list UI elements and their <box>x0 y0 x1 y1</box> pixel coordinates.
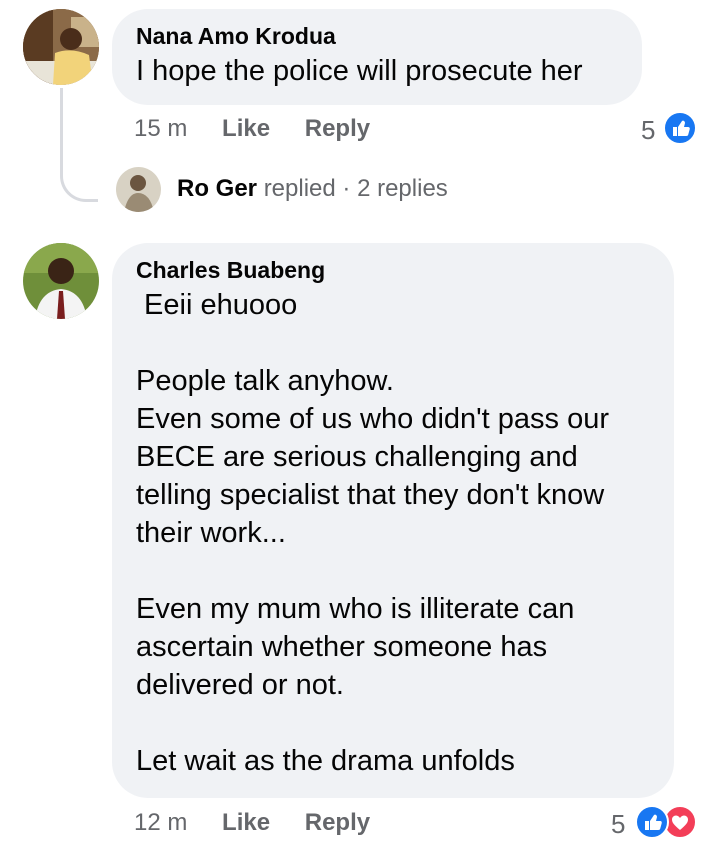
text-line: Eeii ehuooo <box>136 289 298 321</box>
thread-connector <box>60 88 98 202</box>
comment-author[interactable]: Nana Amo Krodua <box>136 23 618 50</box>
text-line: People talk anyhow. <box>136 365 394 397</box>
comment-text: I hope the police will prosecute her <box>136 55 583 87</box>
like-button[interactable]: Like <box>222 115 270 142</box>
comment-timestamp[interactable]: 12 m <box>134 809 187 836</box>
like-icon[interactable] <box>635 805 669 839</box>
text-line: BECE are serious challenging and <box>136 441 578 473</box>
comment-timestamp[interactable]: 15 m <box>134 115 187 142</box>
comment-actions: 15 m Like Reply <box>134 115 370 143</box>
text-line: ascertain whether someone has <box>136 631 548 663</box>
comment-actions: 12 m Like Reply <box>134 809 370 837</box>
reply-action: replied <box>263 175 336 202</box>
reply-count[interactable]: 2 replies <box>357 175 448 202</box>
text-line: delivered or not. <box>136 669 344 701</box>
reply-separator: · <box>342 175 351 202</box>
like-button[interactable]: Like <box>222 809 270 836</box>
comment-bubble: Nana Amo Krodua I hope the police will p… <box>112 9 642 105</box>
comment-bubble: Charles Buabeng Eeii ehuooo People talk … <box>112 243 674 798</box>
text-line: telling specialist that they don't know <box>136 479 605 511</box>
replies-preview[interactable]: Ro Ger replied · 2 replies <box>177 175 448 203</box>
reply-button[interactable]: Reply <box>305 809 370 836</box>
comment-text: Eeii ehuooo People talk anyhow. Even som… <box>136 286 650 780</box>
like-icon[interactable] <box>663 111 697 145</box>
reaction-count[interactable]: 5 <box>641 115 655 146</box>
reaction-count[interactable]: 5 <box>611 809 625 840</box>
text-line: Even some of us who didn't pass our <box>136 403 610 435</box>
text-line: Let wait as the drama unfolds <box>136 745 515 777</box>
reply-author[interactable]: Ro Ger <box>177 175 257 202</box>
reply-button[interactable]: Reply <box>305 115 370 142</box>
text-line: their work... <box>136 517 286 549</box>
comment-author[interactable]: Charles Buabeng <box>136 257 650 284</box>
avatar-charles-buabeng[interactable] <box>23 243 99 319</box>
avatar-nana-amo-krodua[interactable] <box>23 9 99 85</box>
avatar-ro-ger[interactable] <box>116 167 161 212</box>
text-line: Even my mum who is illiterate can <box>136 593 575 625</box>
